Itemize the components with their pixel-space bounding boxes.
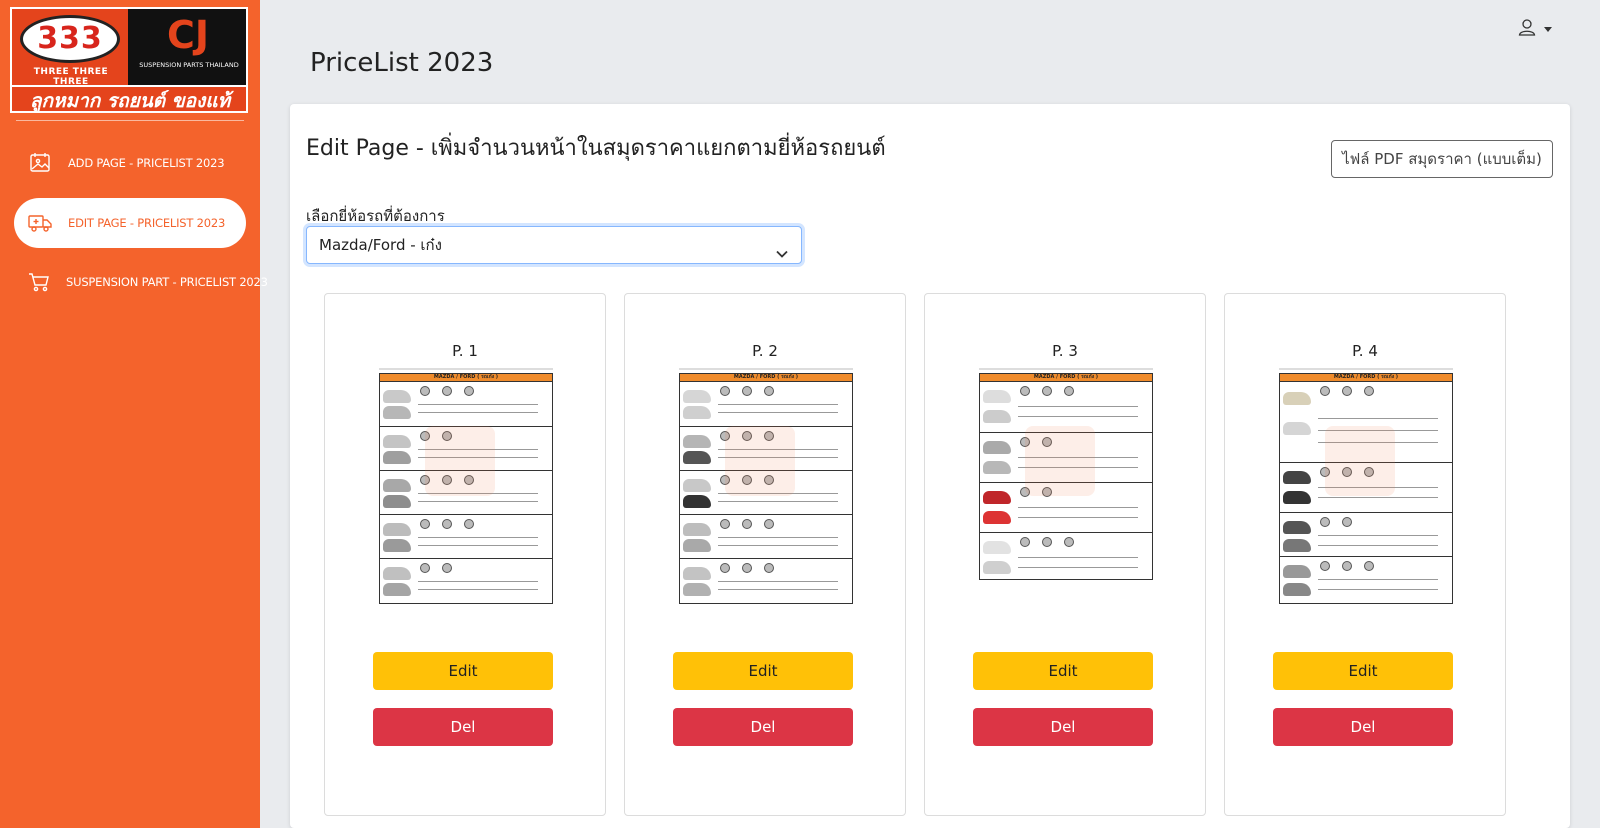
page-card: P. 3 MAZDA / FORD ( รถเก๋ง ) Edit Del (924, 293, 1206, 816)
page-card: P. 4 MAZDA / FORD ( รถเก๋ง ) Edit Del (1224, 293, 1506, 816)
page-thumbnail[interactable]: MAZDA / FORD ( รถเก๋ง ) (379, 368, 553, 614)
sidebar-item-add-page[interactable]: ADD PAGE - PRICELIST 2023 (14, 138, 246, 188)
brand-select-value: Mazda/Ford - เก๋ง (319, 236, 442, 254)
logo-333-panel: 333 THREE THREE THREE (12, 9, 128, 87)
delete-button[interactable]: Del (973, 708, 1153, 746)
logo-333: 333 (20, 15, 120, 63)
user-menu[interactable] (1518, 18, 1552, 40)
page-thumbnail[interactable]: MAZDA / FORD ( รถเก๋ง ) (1279, 368, 1453, 614)
sidebar: 333 THREE THREE THREE CJ SUSPENSION PART… (0, 0, 268, 828)
section-title: Edit Page - เพิ่มจำนวนหน้าในสมุดราคาแยกต… (306, 136, 886, 161)
page-number: P. 3 (1052, 342, 1078, 360)
logo-cj-subtitle: SUSPENSION PARTS THAILAND (139, 61, 239, 69)
watermark (725, 426, 795, 496)
watermark (425, 426, 495, 496)
main-card: Edit Page - เพิ่มจำนวนหน้าในสมุดราคาแยกต… (290, 104, 1570, 828)
edit-button[interactable]: Edit (973, 652, 1153, 690)
sidebar-divider (16, 120, 244, 121)
chevron-down-icon (775, 238, 789, 274)
watermark (1025, 426, 1095, 496)
sidebar-item-label: SUSPENSION PART - PRICELIST 2023 (66, 275, 268, 289)
truck-icon (28, 211, 52, 235)
sidebar-item-suspension-part[interactable]: SUSPENSION PART - PRICELIST 2023 (14, 257, 268, 307)
page-number: P. 4 (1352, 342, 1378, 360)
page-thumbnail[interactable]: MAZDA / FORD ( รถเก๋ง ) (979, 368, 1153, 614)
page-number: P. 1 (452, 342, 478, 360)
cart-icon (28, 270, 50, 294)
logo-tagline: ลูกหมาก รถยนต์ ของแท้ (12, 85, 246, 111)
sidebar-item-label: ADD PAGE - PRICELIST 2023 (68, 156, 225, 170)
brand-logo[interactable]: 333 THREE THREE THREE CJ SUSPENSION PART… (10, 7, 248, 113)
watermark (1325, 426, 1395, 496)
edit-button[interactable]: Edit (1273, 652, 1453, 690)
logo-cj-panel: CJ SUSPENSION PARTS THAILAND (128, 9, 246, 85)
page-number: P. 2 (752, 342, 778, 360)
edit-button[interactable]: Edit (673, 652, 853, 690)
pdf-pricebook-button[interactable]: ไฟล์ PDF สมุดราคา (แบบเต็ม) (1331, 140, 1553, 178)
logo-three-text: THREE THREE THREE (33, 67, 109, 87)
thumb-header: MAZDA / FORD ( รถเก๋ง ) (679, 373, 853, 382)
page-card: P. 1 MAZDA / FORD ( รถเก๋ง ) Edit Del (324, 293, 606, 816)
page-title: PriceList 2023 (310, 48, 494, 78)
thumb-header: MAZDA / FORD ( รถเก๋ง ) (979, 373, 1153, 382)
sidebar-item-edit-page[interactable]: EDIT PAGE - PRICELIST 2023 (14, 198, 246, 248)
logo-cj: CJ (166, 13, 210, 57)
thumb-header: MAZDA / FORD ( รถเก๋ง ) (1279, 373, 1453, 382)
delete-button[interactable]: Del (373, 708, 553, 746)
brand-select-label: เลือกยี่ห้อรถที่ต้องการ (306, 207, 445, 225)
edit-button[interactable]: Edit (373, 652, 553, 690)
chevron-down-icon (1544, 26, 1552, 32)
add-image-icon (28, 151, 52, 175)
brand-select[interactable]: Mazda/Ford - เก๋ง (306, 226, 802, 264)
user-icon (1518, 18, 1536, 40)
delete-button[interactable]: Del (673, 708, 853, 746)
page-thumbnail[interactable]: MAZDA / FORD ( รถเก๋ง ) (679, 368, 853, 614)
thumb-header: MAZDA / FORD ( รถเก๋ง ) (379, 373, 553, 382)
sidebar-item-label: EDIT PAGE - PRICELIST 2023 (68, 216, 226, 230)
delete-button[interactable]: Del (1273, 708, 1453, 746)
page-card: P. 2 MAZDA / FORD ( รถเก๋ง ) Edit Del (624, 293, 906, 816)
